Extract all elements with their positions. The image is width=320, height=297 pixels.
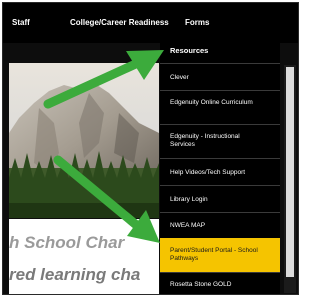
menu-item-label: Library Login bbox=[170, 196, 208, 203]
menu-item-edgenuity-online-curriculum[interactable]: Edgenuity Online Curriculum bbox=[160, 90, 280, 124]
hero-tagline-line-1: h School Char bbox=[9, 233, 125, 252]
resources-dropdown-menu: Resources Clever Edgenuity Online Curric… bbox=[160, 39, 280, 294]
menu-item-label: Parent/Student Portal - School Pathways bbox=[170, 247, 258, 262]
website-frame: Staff College/Career Readiness Forms h S… bbox=[2, 2, 299, 295]
menu-item-label: Help Videos/Tech Support bbox=[170, 169, 246, 176]
menu-item-label: Edgenuity - Instructional Services bbox=[170, 133, 240, 148]
menu-item-label: NWEA MAP bbox=[170, 222, 206, 229]
menu-item-parent-student-portal[interactable]: Parent/Student Portal - School Pathways bbox=[160, 238, 280, 272]
hero-tagline: h School Char red learning cha bbox=[9, 219, 159, 294]
menu-item-label: Clever bbox=[170, 74, 189, 81]
menu-item-label: Rosetta Stone GOLD bbox=[170, 281, 232, 288]
menu-item-library-login[interactable]: Library Login bbox=[160, 185, 280, 212]
resources-menu-header-label: Resources bbox=[170, 46, 209, 55]
menu-item-clever[interactable]: Clever bbox=[160, 63, 280, 90]
menu-item-rosetta-stone-gold[interactable]: Rosetta Stone GOLD bbox=[160, 272, 280, 294]
hero-image bbox=[9, 63, 159, 218]
menu-item-edgenuity-instructional-services[interactable]: Edgenuity - Instructional Services bbox=[160, 124, 280, 158]
menu-item-help-videos-tech-support[interactable]: Help Videos/Tech Support bbox=[160, 158, 280, 185]
nav-item-college-career-readiness[interactable]: College/Career Readiness bbox=[70, 18, 169, 27]
resources-menu-header[interactable]: Resources bbox=[160, 39, 280, 63]
menu-item-label: Edgenuity Online Curriculum bbox=[170, 99, 253, 106]
nav-item-staff[interactable]: Staff bbox=[12, 18, 30, 27]
top-nav-bar: Staff College/Career Readiness Forms bbox=[3, 3, 298, 43]
yosemite-landscape-image bbox=[9, 63, 159, 218]
nav-item-forms[interactable]: Forms bbox=[185, 18, 209, 27]
hero-tagline-line-2: red learning cha bbox=[9, 265, 141, 284]
dropdown-scrollbar-thumb[interactable] bbox=[286, 67, 294, 277]
dropdown-scrollbar[interactable] bbox=[284, 65, 296, 293]
menu-item-nwea-map[interactable]: NWEA MAP bbox=[160, 212, 280, 238]
